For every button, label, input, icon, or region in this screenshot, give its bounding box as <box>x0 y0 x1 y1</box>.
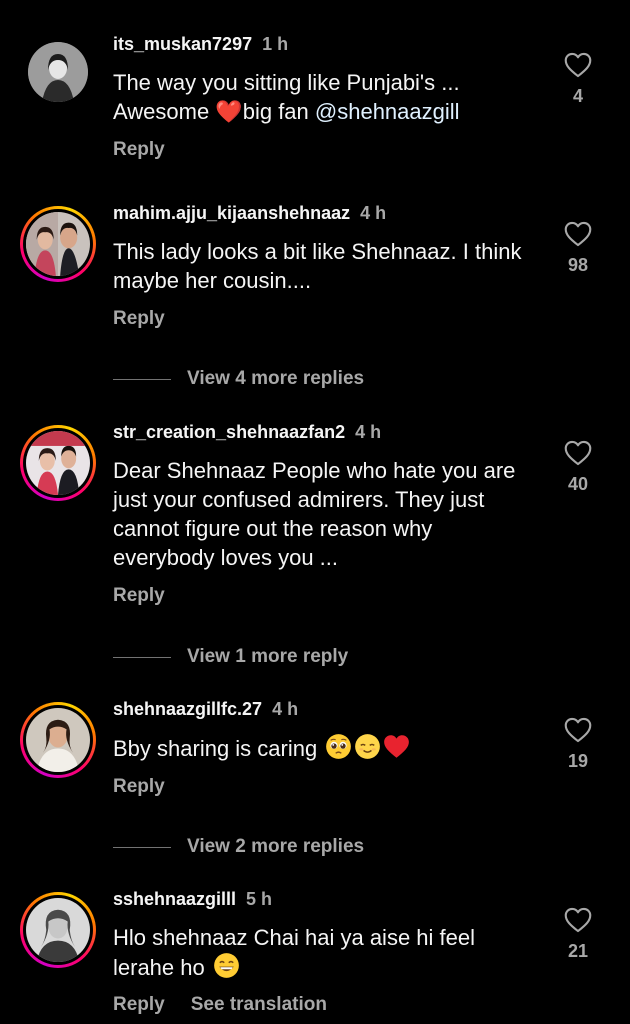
username[interactable]: str_creation_shehnaazfan2 <box>113 422 345 442</box>
view-more-label: View 2 more replies <box>187 836 365 857</box>
like-area: 98 <box>556 221 600 276</box>
view-more-replies-button[interactable]: View 4 more replies <box>113 366 364 392</box>
like-area: 19 <box>556 717 600 772</box>
comment-text: Dear Shehnaaz People who hate you are ju… <box>113 458 516 570</box>
relieved-face-emoji <box>355 734 381 759</box>
avatar-photo <box>26 212 90 276</box>
reply-button[interactable]: Reply <box>113 994 165 1015</box>
username[interactable]: sshehnaazgilll <box>113 889 236 909</box>
like-area: 40 <box>556 440 600 495</box>
heart-outline-icon[interactable] <box>564 221 592 247</box>
view-more-label: View 4 more replies <box>187 368 365 389</box>
comment-time: 4 h <box>360 203 387 223</box>
avatar[interactable] <box>20 702 96 778</box>
avatar[interactable] <box>20 206 96 282</box>
like-count: 98 <box>567 255 589 275</box>
comment-actions: Reply <box>113 585 165 607</box>
view-more-label: View 1 more reply <box>187 646 349 667</box>
avatar-photo <box>26 708 90 772</box>
like-count: 21 <box>567 941 589 961</box>
comment-actions: Reply <box>113 308 165 330</box>
comment-time: 4 h <box>355 422 382 442</box>
view-more-replies-button[interactable]: View 1 more reply <box>113 644 348 670</box>
comment-header: shehnaazgillfc.27 4 h <box>113 699 298 720</box>
username[interactable]: mahim.ajju_kijaanshehnaaz <box>113 203 350 223</box>
reply-button[interactable]: Reply <box>113 776 165 797</box>
like-count: 4 <box>572 86 583 106</box>
pleading-face-emoji <box>326 734 352 759</box>
like-count: 40 <box>567 474 589 494</box>
heart-outline-icon[interactable] <box>564 440 592 466</box>
username[interactable]: shehnaazgillfc.27 <box>113 699 262 719</box>
grinning-face-emoji <box>213 953 239 978</box>
avatar-photo <box>26 898 90 962</box>
heart-outline-icon[interactable] <box>564 907 592 933</box>
comment-actions: Reply <box>113 776 165 798</box>
heart-outline-icon[interactable] <box>564 717 592 743</box>
red-heart-emoji: ❤️ <box>215 99 243 124</box>
heart-outline-icon[interactable] <box>564 52 592 78</box>
divider-line <box>113 378 171 380</box>
comment-time: 4 h <box>272 699 299 719</box>
comment-time: 1 h <box>262 34 289 54</box>
divider-line <box>113 846 171 848</box>
comment-text: This lady looks a bit like Shehnaaz. I t… <box>113 239 522 293</box>
comment-header: str_creation_shehnaazfan2 4 h <box>113 422 381 443</box>
avatar[interactable] <box>20 34 96 110</box>
comment-text: The way you sitting like Punjabi's ... A… <box>113 70 460 124</box>
avatar[interactable] <box>20 892 96 968</box>
comment-actions: Reply <box>113 139 165 161</box>
red-heart-emoji <box>384 735 410 758</box>
comment-text: Hlo shehnaaz Chai hai ya aise hi feel le… <box>113 925 476 980</box>
username[interactable]: its_muskan7297 <box>113 34 252 54</box>
divider-line <box>113 656 171 658</box>
mention-link[interactable]: @shehnaazgill <box>315 99 460 124</box>
avatar-photo <box>26 431 90 495</box>
like-area: 21 <box>556 907 600 962</box>
like-count: 19 <box>567 751 589 771</box>
reply-button[interactable]: Reply <box>113 139 165 160</box>
see-translation-button[interactable]: See translation <box>191 994 327 1015</box>
comment-text: Bby sharing is caring <box>113 733 533 763</box>
reply-button[interactable]: Reply <box>113 585 165 606</box>
comment-header: sshehnaazgilll 5 h <box>113 889 272 910</box>
avatar[interactable] <box>20 425 96 501</box>
comment-header: mahim.ajju_kijaanshehnaaz 4 h <box>113 203 386 224</box>
comment-header: its_muskan7297 1 h <box>113 34 288 55</box>
like-area: 4 <box>556 52 600 107</box>
avatar-photo <box>28 42 88 102</box>
comment-actions: Reply See translation <box>113 994 327 1016</box>
comment-time: 5 h <box>246 889 273 909</box>
reply-button[interactable]: Reply <box>113 308 165 329</box>
view-more-replies-button[interactable]: View 2 more replies <box>113 834 364 860</box>
